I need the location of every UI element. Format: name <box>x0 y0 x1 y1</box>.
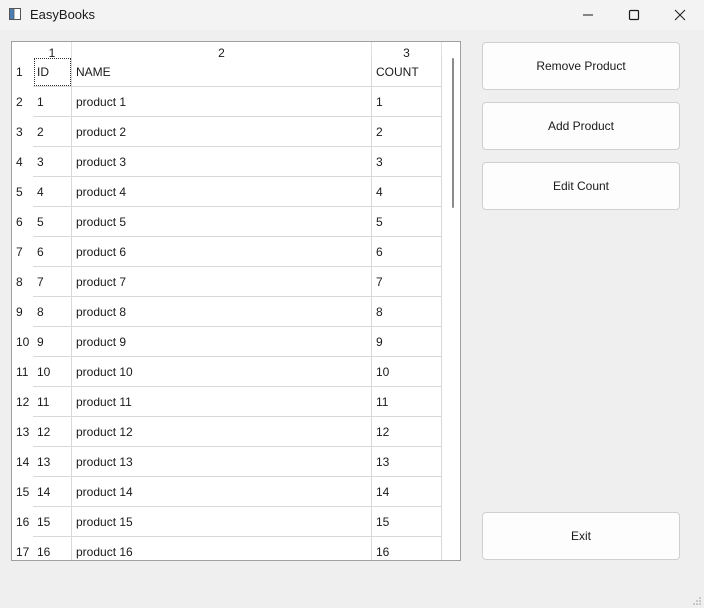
table-cell[interactable]: COUNT <box>372 57 442 87</box>
row-header[interactable]: 15 <box>12 477 33 507</box>
row-header[interactable]: 5 <box>12 177 33 207</box>
table-cell[interactable]: 10 <box>372 357 442 387</box>
table-cell[interactable]: product 3 <box>72 147 372 177</box>
table-cell[interactable]: 14 <box>372 477 442 507</box>
minimize-icon <box>583 14 593 16</box>
table-cell[interactable]: 9 <box>33 327 72 357</box>
row-header[interactable]: 3 <box>12 117 33 147</box>
table-cell[interactable]: 1 <box>33 87 72 117</box>
maximize-icon <box>628 9 640 21</box>
title-bar[interactable]: EasyBooks <box>0 0 704 30</box>
table-cell[interactable]: 4 <box>33 177 72 207</box>
table-cell[interactable]: 16 <box>33 537 72 560</box>
table-cell[interactable]: 13 <box>33 447 72 477</box>
table-cell[interactable]: product 15 <box>72 507 372 537</box>
table-cell[interactable]: 11 <box>33 387 72 417</box>
table-cell[interactable]: 1 <box>372 87 442 117</box>
products-table[interactable]: 1 2 3 1 ID NAME COUNT 2 1 product 1 1 3 2 product … <box>11 41 461 561</box>
table-cell[interactable]: 12 <box>372 417 442 447</box>
table-cell[interactable]: 16 <box>372 537 442 560</box>
table-cell[interactable]: 15 <box>33 507 72 537</box>
maximize-button[interactable] <box>611 0 657 30</box>
table-cell[interactable]: 10 <box>33 357 72 387</box>
table-cell[interactable]: 6 <box>33 237 72 267</box>
table-cell[interactable]: 2 <box>33 117 72 147</box>
row-header[interactable]: 14 <box>12 447 33 477</box>
table-cell[interactable]: product 13 <box>72 447 372 477</box>
table-cell[interactable]: 3 <box>33 147 72 177</box>
app-icon <box>9 8 21 20</box>
row-header[interactable]: 10 <box>12 327 33 357</box>
table-cell[interactable]: product 2 <box>72 117 372 147</box>
table-cell[interactable]: product 14 <box>72 477 372 507</box>
table-cell[interactable]: 6 <box>372 237 442 267</box>
table-cell[interactable]: 8 <box>372 297 442 327</box>
resize-grip-icon[interactable] <box>692 596 702 606</box>
table-cell[interactable]: 7 <box>372 267 442 297</box>
table-cell[interactable]: product 12 <box>72 417 372 447</box>
table-cell[interactable]: 15 <box>372 507 442 537</box>
table-cell[interactable]: product 5 <box>72 207 372 237</box>
scrollbar-thumb[interactable] <box>452 58 454 208</box>
row-header[interactable]: 7 <box>12 237 33 267</box>
row-header[interactable]: 6 <box>12 207 33 237</box>
table-cell[interactable]: ID <box>33 57 72 87</box>
vertical-scrollbar[interactable] <box>442 42 460 560</box>
row-header[interactable]: 1 <box>12 57 33 87</box>
close-button[interactable] <box>657 0 703 30</box>
table-cell[interactable]: 5 <box>372 207 442 237</box>
minimize-button[interactable] <box>565 0 611 30</box>
table-cell[interactable]: 9 <box>372 327 442 357</box>
row-header[interactable]: 16 <box>12 507 33 537</box>
add-product-button[interactable]: Add Product <box>482 102 680 150</box>
table-cell[interactable]: 4 <box>372 177 442 207</box>
close-icon <box>674 9 686 21</box>
exit-button[interactable]: Exit <box>482 512 680 560</box>
table-cell[interactable]: 14 <box>33 477 72 507</box>
table-cell[interactable]: 7 <box>33 267 72 297</box>
table-cell[interactable]: product 9 <box>72 327 372 357</box>
table-cell[interactable]: product 1 <box>72 87 372 117</box>
main-window: EasyBooks 1 2 3 1 ID NAME COUNT 2 1 product 11… <box>0 0 704 608</box>
table-cell[interactable]: 13 <box>372 447 442 477</box>
row-header[interactable]: 12 <box>12 387 33 417</box>
table-cell[interactable]: product 4 <box>72 177 372 207</box>
table-cell[interactable]: 12 <box>33 417 72 447</box>
row-header[interactable]: 8 <box>12 267 33 297</box>
table-cell[interactable]: product 6 <box>72 237 372 267</box>
window-title: EasyBooks <box>30 7 96 22</box>
row-header[interactable]: 4 <box>12 147 33 177</box>
table-cell[interactable]: 2 <box>372 117 442 147</box>
remove-product-button[interactable]: Remove Product <box>482 42 680 90</box>
table-cell[interactable]: product 11 <box>72 387 372 417</box>
table-cell[interactable]: product 16 <box>72 537 372 560</box>
row-header[interactable]: 2 <box>12 87 33 117</box>
edit-count-button[interactable]: Edit Count <box>482 162 680 210</box>
table-cell[interactable]: 5 <box>33 207 72 237</box>
row-header[interactable]: 11 <box>12 357 33 387</box>
table-cell[interactable]: product 7 <box>72 267 372 297</box>
row-header[interactable]: 13 <box>12 417 33 447</box>
row-header[interactable]: 17 <box>12 537 33 560</box>
table-cell[interactable]: NAME <box>72 57 372 87</box>
table-cell[interactable]: 8 <box>33 297 72 327</box>
table-cell[interactable]: 11 <box>372 387 442 417</box>
table-cell[interactable]: product 10 <box>72 357 372 387</box>
table-cell[interactable]: 3 <box>372 147 442 177</box>
row-header[interactable]: 9 <box>12 297 33 327</box>
table-cell[interactable]: product 8 <box>72 297 372 327</box>
